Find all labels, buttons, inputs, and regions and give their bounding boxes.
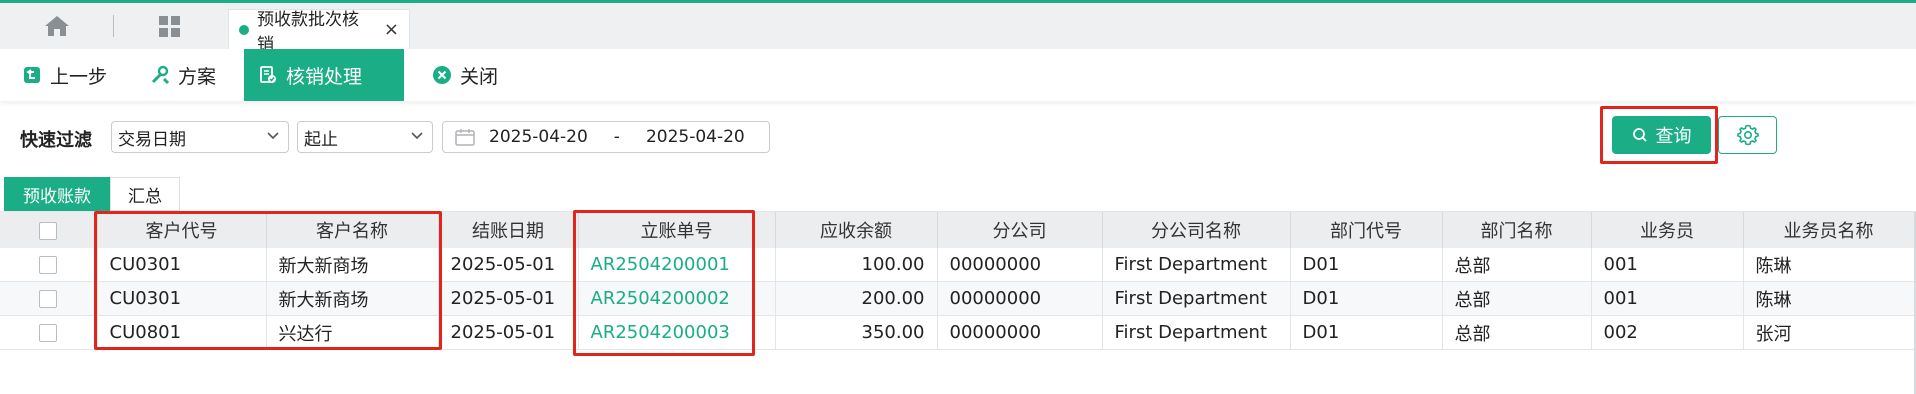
- row-checkbox[interactable]: [39, 256, 58, 274]
- settle-date: 2025-05-01: [438, 315, 579, 350]
- branch-code: 00000000: [937, 281, 1103, 316]
- date-range-picker[interactable]: 2025-04-20 - 2025-04-20: [442, 121, 770, 153]
- quick-filter-label: 快速过滤: [20, 130, 92, 151]
- column-header[interactable]: 结账日期: [438, 212, 579, 248]
- table-header-row: 客户代号 客户名称 结账日期 立账单号 应收余额 分公司 分公司名称 部门代号 …: [0, 212, 1915, 248]
- column-header[interactable]: 分公司名称: [1102, 212, 1291, 248]
- range-mode-select[interactable]: 起止: [297, 121, 433, 153]
- branch-code: 00000000: [937, 248, 1103, 282]
- salesperson-code: 002: [1591, 315, 1744, 350]
- branch-name: First Department: [1102, 315, 1291, 350]
- active-dot-icon: [239, 24, 249, 35]
- column-header[interactable]: 部门代号: [1290, 212, 1443, 248]
- range-mode-value: 起止: [304, 129, 338, 150]
- row-select-cell[interactable]: [0, 315, 98, 350]
- writeoff-process-label: 核销处理: [286, 65, 363, 88]
- gear-icon: [1736, 124, 1759, 146]
- search-icon: [1632, 128, 1647, 142]
- query-button[interactable]: 查询: [1612, 116, 1711, 154]
- salesperson-code: 001: [1591, 281, 1744, 316]
- dept-code: D01: [1290, 315, 1443, 350]
- column-header[interactable]: 业务员名称: [1743, 212, 1915, 248]
- row-checkbox[interactable]: [39, 324, 58, 342]
- table-row[interactable]: CU0801 兴达行 2025-05-01 AR2504200003 350.0…: [0, 315, 1915, 350]
- column-header[interactable]: 客户代号: [97, 212, 267, 248]
- back-icon: [24, 67, 40, 83]
- branch-name: First Department: [1102, 281, 1291, 316]
- close-label: 关闭: [460, 65, 499, 88]
- dept-name: 总部: [1442, 315, 1592, 350]
- tab-label: 预收款批次核销: [257, 9, 359, 55]
- salesperson-code: 001: [1591, 248, 1744, 282]
- filter-field-value: 交易日期: [118, 129, 186, 150]
- select-all-checkbox[interactable]: [39, 221, 58, 240]
- row-select-cell[interactable]: [0, 248, 98, 282]
- date-from[interactable]: 2025-04-20: [489, 127, 588, 147]
- row-select-cell[interactable]: [0, 281, 98, 316]
- customer-name: 新大新商场: [266, 281, 439, 316]
- dept-name: 总部: [1442, 281, 1592, 316]
- prev-step-button[interactable]: 上一步: [22, 49, 107, 101]
- voucher-number-link[interactable]: AR2504200002: [578, 281, 776, 316]
- column-header[interactable]: 部门名称: [1442, 212, 1592, 248]
- customer-name: 新大新商场: [266, 248, 439, 282]
- dept-code: D01: [1290, 248, 1443, 282]
- subtab-bar: 预收账款 汇总: [0, 175, 1916, 212]
- grid-icon[interactable]: [158, 15, 182, 39]
- chevron-down-icon: [266, 128, 280, 146]
- branch-name: First Department: [1102, 248, 1291, 282]
- filter-field-select[interactable]: 交易日期: [111, 121, 289, 153]
- quick-filter-bar: 快速过滤 交易日期 起止 2025-04-20 - 2025-04-20 查询: [0, 110, 1916, 168]
- salesperson-name: 陈琳: [1743, 281, 1915, 316]
- settle-date: 2025-05-01: [438, 281, 579, 316]
- dept-name: 总部: [1442, 248, 1592, 282]
- column-header[interactable]: 应收余额: [775, 212, 938, 248]
- settle-date: 2025-05-01: [438, 248, 579, 282]
- tab-prepaid-accounts[interactable]: 预收账款: [4, 177, 110, 211]
- customer-name: 兴达行: [266, 315, 439, 350]
- writeoff-process-button[interactable]: 核销处理: [244, 49, 404, 101]
- document-check-icon: [260, 66, 276, 83]
- column-header[interactable]: 立账单号: [578, 212, 776, 248]
- plan-button[interactable]: 方案: [150, 49, 216, 101]
- prev-step-label: 上一步: [50, 65, 108, 88]
- receivable-balance: 200.00: [775, 281, 938, 316]
- close-tab-icon[interactable]: ×: [384, 19, 399, 40]
- chevron-down-icon: [410, 128, 424, 146]
- close-button[interactable]: 关闭: [432, 49, 498, 101]
- calendar-icon: [455, 129, 475, 146]
- toolbar: 上一步 方案 核销处理 关闭: [0, 49, 1916, 101]
- date-separator: -: [613, 127, 620, 147]
- prepayment-table: 客户代号 客户名称 结账日期 立账单号 应收余额 分公司 分公司名称 部门代号 …: [0, 212, 1915, 350]
- customer-code: CU0801: [97, 315, 267, 350]
- table-row[interactable]: CU0301 新大新商场 2025-05-01 AR2504200001 100…: [0, 248, 1915, 282]
- column-header[interactable]: 分公司: [937, 212, 1103, 248]
- branch-code: 00000000: [937, 315, 1103, 350]
- settings-button[interactable]: [1718, 116, 1777, 154]
- column-header[interactable]: 客户名称: [266, 212, 439, 248]
- dept-code: D01: [1290, 281, 1443, 316]
- customer-code: CU0301: [97, 248, 267, 282]
- home-icon[interactable]: [44, 15, 70, 37]
- column-header[interactable]: 业务员: [1591, 212, 1744, 248]
- customer-code: CU0301: [97, 281, 267, 316]
- row-checkbox[interactable]: [39, 290, 58, 308]
- plan-label: 方案: [178, 65, 217, 88]
- tab-bar: 预收款批次核销 ×: [0, 3, 1916, 55]
- select-all-cell[interactable]: [0, 212, 98, 248]
- voucher-number-link[interactable]: AR2504200003: [578, 315, 776, 350]
- voucher-number-link[interactable]: AR2504200001: [578, 248, 776, 282]
- date-to[interactable]: 2025-04-20: [646, 127, 745, 147]
- tab-prepayment-writeoff[interactable]: 预收款批次核销 ×: [228, 9, 410, 55]
- tools-icon: [151, 65, 170, 85]
- query-label: 查询: [1655, 126, 1692, 147]
- salesperson-name: 陈琳: [1743, 248, 1915, 282]
- tab-separator: [113, 15, 114, 37]
- receivable-balance: 350.00: [775, 315, 938, 350]
- close-circle-icon: [433, 66, 451, 84]
- table-row[interactable]: CU0301 新大新商场 2025-05-01 AR2504200002 200…: [0, 281, 1915, 316]
- salesperson-name: 张河: [1743, 315, 1915, 350]
- tab-summary[interactable]: 汇总: [110, 177, 180, 211]
- receivable-balance: 100.00: [775, 248, 938, 282]
